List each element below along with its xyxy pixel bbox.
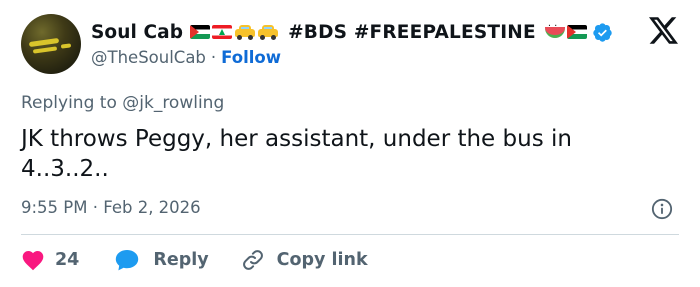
tweet-date: Feb 2, 2026 xyxy=(103,198,201,217)
replying-to-prefix: Replying to xyxy=(21,93,117,113)
heart-icon xyxy=(22,251,44,271)
follow-button[interactable]: Follow xyxy=(221,48,281,67)
tweet-text: JK throws Peggy, her assistant, under th… xyxy=(21,126,572,182)
replying-to-handle[interactable]: @jk_rowling xyxy=(122,93,224,113)
author-display-name[interactable]: Soul Cab xyxy=(91,22,183,43)
tweet-actions: 24 Reply Copy link xyxy=(21,246,368,274)
tweet-timestamp[interactable]: 9:55 PM · Feb 2, 2026 xyxy=(21,198,201,217)
link-icon xyxy=(242,250,263,270)
author-name-hashtags: #BDS #FREEPALESTINE xyxy=(288,21,536,43)
author-handle[interactable]: @TheSoulCab xyxy=(91,48,206,67)
tweet-header: Soul Cab #BDS #FREEPALESTINE @TheSoulCab… xyxy=(91,19,628,69)
copy-link-label: Copy link xyxy=(276,250,368,270)
palestine-flag-icon xyxy=(190,25,211,39)
name-emojis xyxy=(190,24,280,40)
separator-dot: · xyxy=(210,47,217,67)
verified-badge-icon[interactable] xyxy=(592,22,613,43)
palestine-flag-icon xyxy=(566,25,587,39)
replying-to: Replying to @jk_rowling xyxy=(21,93,224,113)
taxi-icon xyxy=(234,24,256,40)
avatar[interactable] xyxy=(21,14,81,74)
reply-bubble-icon xyxy=(116,250,139,271)
watermelon-icon xyxy=(544,21,565,38)
like-count: 24 xyxy=(55,250,80,270)
copy-link-button[interactable]: Copy link xyxy=(241,248,368,272)
divider xyxy=(21,234,679,235)
info-icon[interactable] xyxy=(651,198,673,220)
reply-button[interactable]: Reply xyxy=(114,248,209,272)
author-handle-row: @TheSoulCab · Follow xyxy=(91,45,628,69)
tweet-time: 9:55 PM xyxy=(21,198,88,217)
x-logo-icon[interactable] xyxy=(649,17,678,44)
like-button[interactable]: 24 xyxy=(21,249,79,271)
reply-label: Reply xyxy=(153,250,209,270)
lebanon-flag-icon xyxy=(212,25,233,39)
author-name-row: Soul Cab #BDS #FREEPALESTINE xyxy=(91,19,628,45)
timestamp-separator: · xyxy=(92,198,98,217)
taxi-icon xyxy=(257,24,279,40)
